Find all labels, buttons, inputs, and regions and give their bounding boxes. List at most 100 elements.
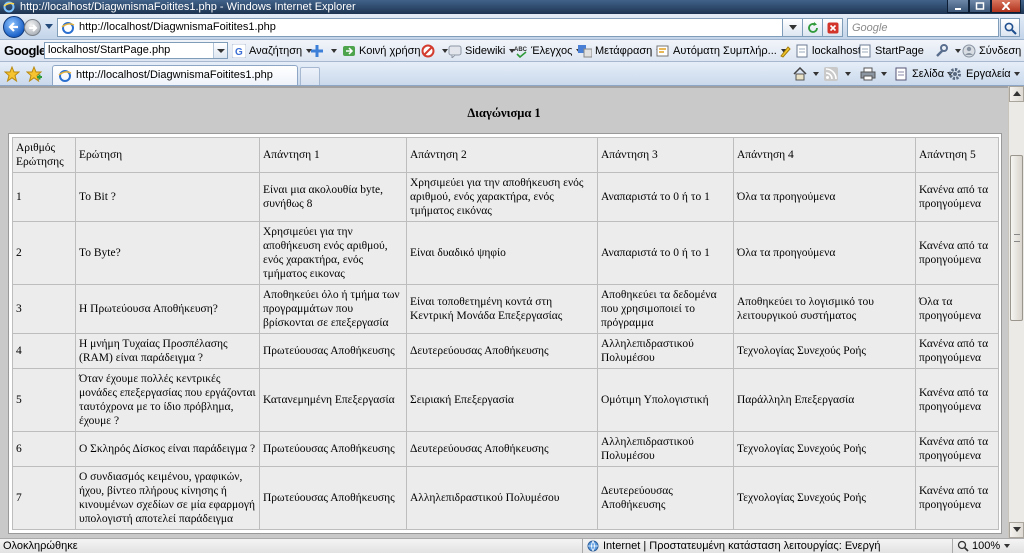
highlight-button[interactable] (778, 43, 795, 59)
back-button[interactable] (3, 16, 25, 38)
table-cell: Δευτερεύουσας Αποθήκευσης (597, 466, 734, 530)
table-cell: Τεχνολογίας Συνεχούς Ροής (733, 431, 916, 467)
google-search-value[interactable]: lockalhost/StartPage.php (48, 44, 170, 56)
table-head-row: Αριθμός Ερώτησης Ερώτηση Απάντηση 1 Απάντησ… (12, 137, 999, 173)
feeds-button[interactable] (824, 66, 851, 82)
search-input[interactable] (847, 18, 999, 37)
google-logo[interactable]: Google (4, 43, 46, 58)
home-icon (792, 66, 808, 81)
stop-icon (827, 22, 838, 33)
add-favorite-icon[interactable] (26, 66, 42, 82)
google-g-icon: G (231, 43, 247, 59)
chevron-down-icon[interactable] (813, 72, 819, 76)
address-dropdown-button[interactable] (783, 18, 803, 37)
search-button[interactable] (1000, 18, 1020, 37)
google-search-button[interactable]: G Αναζήτηση (231, 43, 313, 59)
quiz-table: Αριθμός Ερώτησης Ερώτηση Απάντηση 1 Απάντησ… (12, 137, 999, 530)
forward-button[interactable] (24, 19, 41, 36)
popup-blocker-button[interactable] (421, 43, 448, 59)
table-row: 7Ο συνδιασμός κειμένου, γραφικών, ήχου, … (12, 466, 999, 530)
chevron-down-icon[interactable] (1004, 544, 1011, 548)
address-url[interactable]: http://localhost/DiagwnismaFoitites1.php (79, 19, 276, 36)
table-cell: Πρωτεύουσας Αποθήκευσης (259, 466, 407, 530)
sign-in-button[interactable]: Σύνδεση (962, 43, 1021, 59)
table-cell: Ο Σκληρός Δίσκος είναι παράδειγμα ? (75, 431, 260, 467)
bookmark-startpage[interactable]: StartPage (858, 43, 924, 59)
chevron-down-icon[interactable] (881, 72, 887, 76)
bookmark-startpage-label: StartPage (875, 45, 924, 57)
table-cell: Αποθηκεύει τα δεδομένα που χρησιμοποιεί … (597, 284, 734, 334)
history-dropdown-icon[interactable] (45, 24, 53, 29)
column-header: Απάντηση 1 (259, 137, 407, 173)
chevron-down-icon[interactable] (213, 43, 227, 58)
spellcheck-button[interactable]: ABC Έλεγχος (514, 43, 583, 59)
table-cell: 6 (12, 431, 76, 467)
close-window-button[interactable] (991, 0, 1021, 13)
bookmark-page-icon (795, 44, 809, 58)
table-cell: Πρωτεύουσας Αποθήκευσης (259, 333, 407, 369)
table-cell: Το Byte? (75, 221, 260, 285)
abc-check-icon: ABC (514, 44, 528, 59)
navigation-bar: http://localhost/DiagwnismaFoitites1.php (0, 14, 1024, 40)
security-zone[interactable]: Internet | Προστατευμένη κατάσταση λειτο… (582, 539, 880, 553)
tab-current[interactable]: http://localhost/DiagwnismaFoitites1.php (52, 65, 298, 85)
status-bar: Ολοκληρώθηκε Internet | Προστατευμένη κα… (0, 538, 1024, 553)
refresh-icon (807, 21, 818, 33)
table-cell: Κανένα από τα προηγούμενα (915, 431, 999, 467)
table-cell: Αλληλεπιδραστικού Πολυμέσου (597, 333, 734, 369)
print-button[interactable] (860, 66, 887, 82)
chevron-down-icon[interactable] (331, 49, 337, 53)
favorites-star-icon[interactable] (4, 66, 20, 82)
refresh-button[interactable] (803, 18, 823, 37)
home-button[interactable] (792, 66, 819, 82)
blocked-icon (421, 44, 435, 58)
bookmark-lockalhost[interactable]: lockalhost (795, 43, 861, 59)
table-cell: Κανένα από τα προηγούμενα (915, 466, 999, 530)
toolbar-settings-button[interactable] (934, 43, 961, 59)
address-bar[interactable]: http://localhost/DiagwnismaFoitites1.php (57, 18, 783, 37)
scroll-down-button[interactable] (1009, 522, 1024, 538)
table-cell: 7 (12, 466, 76, 530)
table-cell: 4 (12, 333, 76, 369)
table-row: 3Η Πρωτεύουσα Αποθήκευση? Αποθηκεύει όλο … (12, 284, 999, 334)
table-cell: Όλα τα προηγούμενα (733, 221, 916, 285)
translate-button[interactable]: Μετάφραση (578, 43, 663, 59)
zoom-icon (957, 540, 969, 552)
column-header: Αριθμός Ερώτησης (12, 137, 76, 173)
zoom-control[interactable]: 100% (952, 539, 1011, 553)
column-header: Απάντηση 2 (406, 137, 598, 173)
sidewiki-label: Sidewiki (465, 45, 506, 57)
share-button[interactable]: Κοινή χρήση (342, 43, 431, 59)
google-search-combo[interactable]: lockalhost/StartPage.php (44, 42, 228, 59)
title-bar[interactable]: http://localhost/DiagwnismaFoitites1.php… (0, 0, 1024, 14)
marker-pen-icon (778, 44, 792, 58)
page-menu-label: Σελίδα (912, 68, 945, 80)
rss-feed-icon (824, 67, 840, 81)
chevron-down-icon[interactable] (955, 49, 961, 53)
chevron-down-icon[interactable] (1013, 72, 1020, 76)
table-cell: Αλληλεπιδραστικού Πολυμέσου (406, 466, 598, 530)
page-title: Διαγώνισμα 1 (467, 106, 541, 120)
plus-icon (310, 44, 324, 58)
tools-menu-button[interactable]: Εργαλεία (948, 66, 1020, 82)
table-cell: Κανένα από τα προηγούμενα (915, 368, 999, 432)
table-row: 5 Όταν έχουμε πολλές κεντρικές μονάδες επ… (12, 368, 999, 432)
chevron-down-icon[interactable] (845, 72, 851, 76)
page-menu-button[interactable]: Σελίδα (894, 66, 954, 82)
autofill-button[interactable]: Αυτόματη Συμπλήρ... (656, 43, 787, 59)
scroll-thumb[interactable] (1010, 155, 1023, 321)
sidewiki-button[interactable]: Sidewiki (448, 43, 516, 60)
table-row: 6Ο Σκληρός Δίσκος είναι παράδειγμα ? Πρωτ… (12, 431, 999, 467)
minimize-button[interactable] (947, 0, 969, 13)
stop-button[interactable] (823, 18, 843, 37)
new-tab-button[interactable] (300, 67, 320, 85)
vertical-scrollbar[interactable] (1008, 86, 1024, 538)
scroll-up-button[interactable] (1009, 86, 1024, 102)
table-cell: Τεχνολογίας Συνεχούς Ροής (733, 466, 916, 530)
table-cell: Κατανεμημένη Επεξεργασία (259, 368, 407, 432)
bookmark-lockalhost-label: lockalhost (812, 45, 861, 57)
tab-bar: http://localhost/DiagwnismaFoitites1.php… (0, 62, 1024, 86)
sidewiki-icon (448, 44, 462, 60)
add-button[interactable] (310, 43, 337, 59)
maximize-button[interactable] (969, 0, 991, 13)
